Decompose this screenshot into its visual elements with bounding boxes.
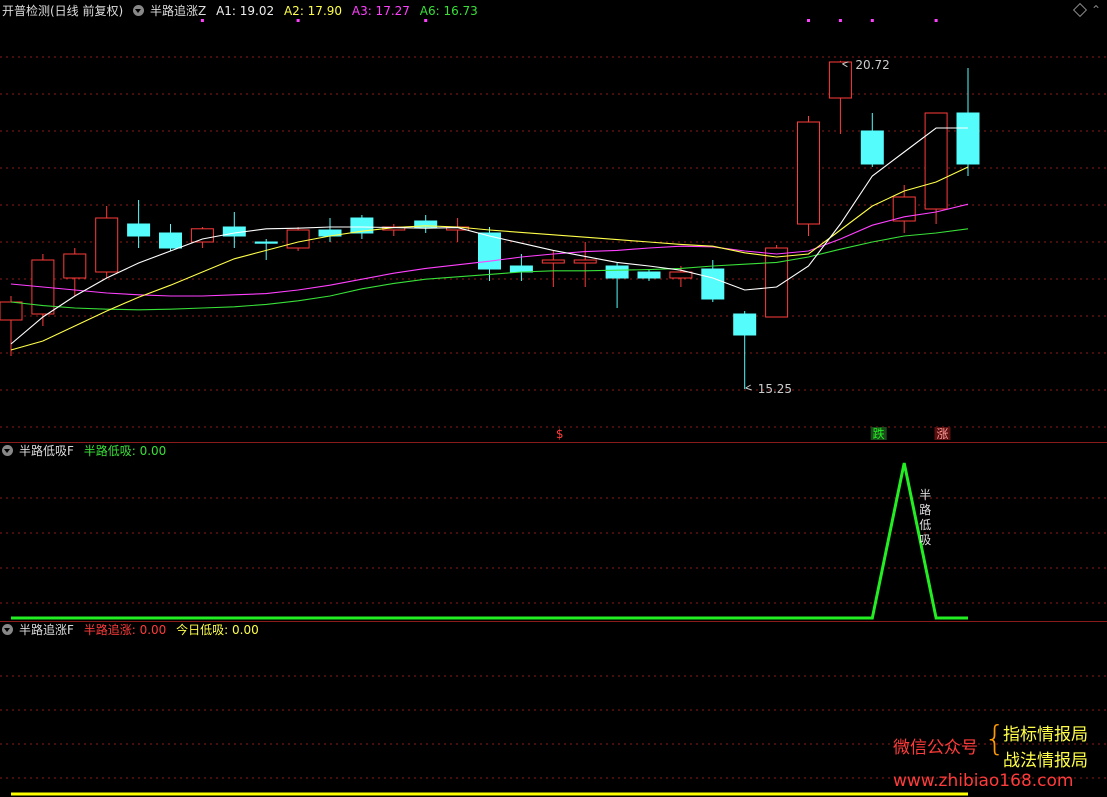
signal-dot [870,19,874,22]
chase-signal-header: 半路追涨F 半路追涨: 0.00 今日低吸: 0.00 [2,622,265,638]
candle-body [733,313,757,336]
a6-value: A6: 16.73 [419,4,478,18]
low-signal-annotation: 半 [919,488,931,502]
candle-body [637,271,661,279]
site-url: www.zhibiao168.com [893,771,1074,791]
low-price-label: 15.25 [758,382,792,396]
candlestick-chart[interactable]: 20.72 15.25 $ 跌 涨 [0,0,1107,442]
collapse-icon[interactable] [2,445,13,456]
brand-2: 战法情报局 [1003,751,1088,771]
low-signal-annotation: 吸 [919,533,931,547]
signal-mark: 跌 [873,426,885,441]
candle-body [190,228,214,243]
panel2-series-label: 半路低吸: 0.00 [83,444,167,458]
signal-dot [200,19,204,22]
candle-body [860,130,884,165]
collapse-icon[interactable] [133,5,145,16]
wechat-label: 微信公众号 [893,738,978,758]
candle-body [0,301,23,321]
candle-body [159,232,182,249]
candle-body [573,259,597,264]
candle-body [892,196,916,222]
candle-body [254,241,278,244]
signal-dot [838,19,842,22]
signal-dot [296,19,300,22]
signal-dot [807,19,810,22]
formula-name: 半路追涨Z [150,4,207,18]
signal-dot [424,19,428,22]
brand-1: 指标情报局 [1003,725,1088,745]
candle-body [127,223,151,237]
low-arrow-icon [745,384,752,391]
low-signal-chart[interactable]: 半路低吸 [0,443,1107,621]
price-panel[interactable]: 20.72 15.25 $ 跌 涨 开普检测(日线 前复权) 半路追涨Z A1: 19.… [0,0,1107,442]
low-signal-annotation: 低 [919,518,931,532]
signal-mark: 涨 [936,426,948,441]
candle-body [605,265,629,279]
stock-title: 开普检测(日线 前复权) [2,4,124,18]
ma-line-a1 [10,127,968,345]
candle-body [828,61,852,99]
a3-value: A3: 17.27 [351,4,410,18]
signal-mark: $ [556,427,564,441]
collapse-icon[interactable] [2,624,13,635]
panel2-title: 半路低吸F [19,444,74,458]
candle-body [95,217,119,273]
panel3-label1: 半路追涨: 0.00 [83,623,167,637]
panel3-label2: 今日低吸: 0.00 [176,623,259,637]
candle-body [63,253,87,279]
low-signal-header: 半路低吸F 半路低吸: 0.00 [2,443,172,459]
candle-body [669,271,693,279]
candle-body [286,229,310,249]
high-price-label: 20.72 [855,58,889,72]
price-header: 开普检测(日线 前复权) 半路追涨Z A1: 19.02 A2: 17.90 A… [2,3,484,19]
candle-body [541,259,565,264]
a2-value: A2: 17.90 [283,4,343,18]
candle-body [956,112,980,165]
low-signal-line [11,462,968,620]
signal-dot [934,19,938,22]
candle-body [701,268,725,300]
candle-body [478,232,501,270]
low-signal-annotation: 路 [919,502,931,517]
low-signal-panel[interactable]: 半路低吸 半路低吸F 半路低吸: 0.00 [0,443,1107,621]
panel3-title: 半路追涨F [19,623,74,637]
candle-body [509,265,533,273]
candle-body [797,121,820,225]
expand-icon[interactable]: ⌃ [1091,3,1101,17]
candle-body [924,112,948,210]
a1-value: A1: 19.02 [216,4,275,18]
